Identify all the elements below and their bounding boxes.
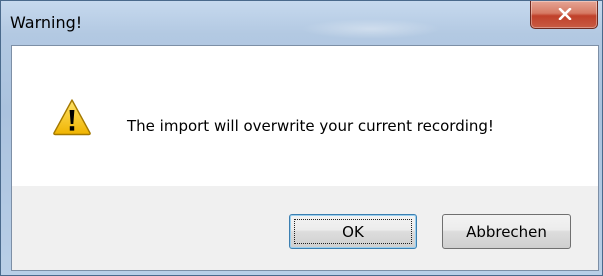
title-bar-glow — [301, 19, 441, 39]
close-button[interactable] — [530, 1, 598, 29]
focus-ring — [294, 219, 412, 244]
message-area: The import will overwrite your current r… — [12, 46, 598, 186]
title-bar[interactable]: Warning! — [1, 1, 602, 45]
window-title: Warning! — [10, 13, 83, 32]
cancel-button[interactable]: Abbrechen — [442, 214, 571, 249]
cancel-button-label: Abbrechen — [466, 222, 547, 241]
ok-button[interactable]: OK — [289, 214, 417, 249]
message-text: The import will overwrite your current r… — [127, 117, 494, 135]
close-icon — [558, 8, 572, 20]
warning-dialog: Warning! The import will overwrite your … — [0, 0, 603, 276]
dialog-body: The import will overwrite your current r… — [11, 45, 599, 271]
warning-triangle-icon — [53, 99, 91, 136]
